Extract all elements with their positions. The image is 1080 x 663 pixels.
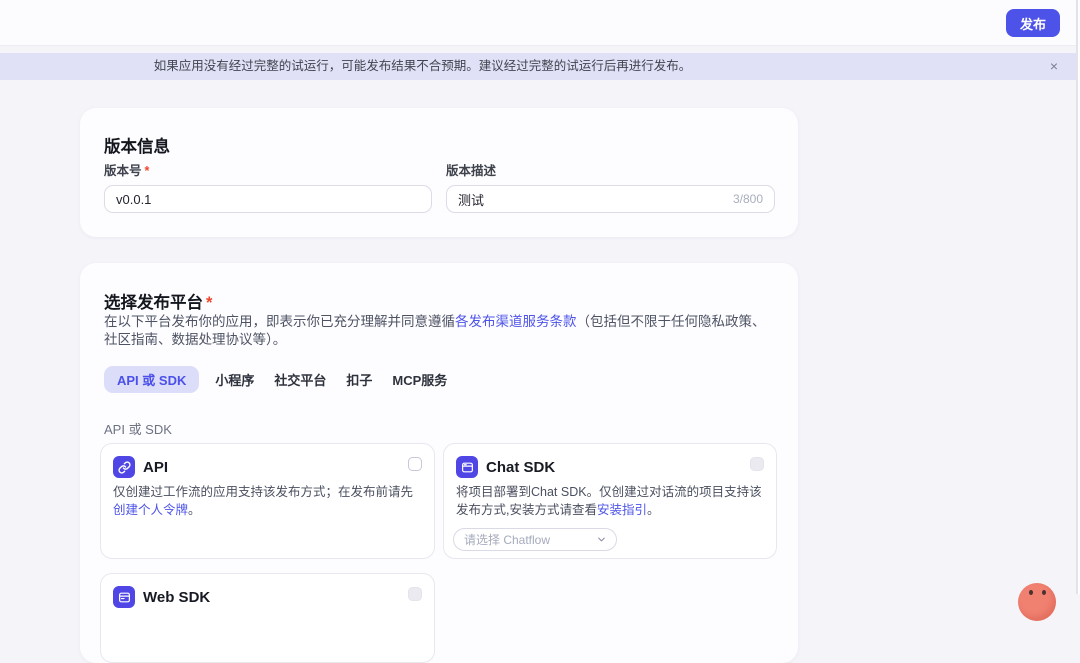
- close-icon[interactable]: ×: [1042, 53, 1066, 80]
- mascot-eye: [1029, 590, 1033, 595]
- agreement-prefix: 在以下平台发布你的应用，即表示你已充分理解并同意遵循: [104, 314, 455, 329]
- version-info-card: 版本信息 版本号* 版本描述 3/800: [80, 108, 798, 237]
- chat-sdk-platform-card[interactable]: Chat SDK 将项目部署到Chat SDK。仅创建过对话流的项目支持该发布方…: [443, 443, 777, 559]
- group-label-api-sdk: API 或 SDK: [104, 422, 172, 437]
- version-desc-input-wrap: 3/800: [446, 185, 775, 213]
- api-card-title: API: [143, 458, 169, 476]
- mascot-eye: [1042, 590, 1046, 595]
- chevron-down-icon: [596, 534, 607, 545]
- platform-tabs: API 或 SDK 小程序 社交平台 扣子 MCP服务: [104, 366, 457, 393]
- link-icon: [113, 456, 135, 478]
- api-desc-prefix: 仅创建过工作流的应用支持该发布方式；在发布前请先: [113, 485, 414, 499]
- web-sdk-checkbox: [408, 587, 422, 601]
- api-card-head: API: [113, 456, 168, 478]
- tab-mini-program[interactable]: 小程序: [205, 366, 264, 393]
- api-platform-card[interactable]: API 仅创建过工作流的应用支持该发布方式；在发布前请先创建个人令牌。: [100, 443, 435, 559]
- top-header: 发布: [0, 0, 1080, 46]
- tab-api-sdk[interactable]: API 或 SDK: [104, 366, 200, 393]
- chat-window-icon: [456, 456, 478, 478]
- web-sdk-card-title: Web SDK: [143, 588, 211, 606]
- version-number-input-wrap: [104, 185, 432, 213]
- version-number-label-text: 版本号: [104, 164, 142, 178]
- api-desc-suffix: 。: [188, 502, 201, 517]
- chat-sdk-checkbox: [750, 457, 764, 471]
- tab-coze[interactable]: 扣子: [336, 366, 382, 393]
- required-asterisk: *: [206, 294, 213, 312]
- chat-sdk-card-desc: 将项目部署到Chat SDK。仅创建过对话流的项目支持该发布方式,安装方式请查看…: [456, 484, 766, 519]
- version-number-label: 版本号 *: [104, 160, 149, 179]
- web-window-icon: [113, 586, 135, 608]
- tab-mcp[interactable]: MCP服务: [382, 366, 457, 393]
- chat-sdk-card-head: Chat SDK: [456, 456, 555, 478]
- agreement-text: 在以下平台发布你的应用，即表示你已充分理解并同意遵循各发布渠道服务条款（包括但不…: [104, 313, 768, 348]
- version-desc-input[interactable]: [458, 191, 725, 207]
- api-card-desc: 仅创建过工作流的应用支持该发布方式；在发布前请先创建个人令牌。: [113, 484, 424, 519]
- char-counter: 3/800: [732, 192, 763, 206]
- chat-desc-suffix: 。: [647, 502, 660, 517]
- required-asterisk: *: [144, 164, 150, 178]
- warning-banner-text: 如果应用没有经过完整的试运行，可能发布结果不合预期。建议经过完整的试运行后再进行…: [153, 59, 692, 73]
- install-guide-link[interactable]: 安装指引: [597, 503, 647, 517]
- publish-button[interactable]: 发布: [1005, 9, 1060, 37]
- chat-sdk-card-title: Chat SDK: [486, 458, 556, 476]
- warning-banner: 如果应用没有经过完整的试运行，可能发布结果不合预期。建议经过完整的试运行后再进行…: [0, 53, 1080, 80]
- platform-title-text: 选择发布平台: [104, 294, 203, 312]
- tab-social[interactable]: 社交平台: [264, 366, 336, 393]
- helper-mascot-button[interactable]: [1018, 583, 1056, 621]
- version-desc-label: 版本描述: [446, 164, 497, 178]
- web-sdk-platform-card[interactable]: Web SDK: [100, 573, 435, 663]
- chatflow-select[interactable]: 请选择 Chatflow: [453, 528, 617, 551]
- version-section-title: 版本信息: [104, 138, 170, 156]
- chatflow-select-placeholder: 请选择 Chatflow: [464, 533, 551, 547]
- platform-section-title: 选择发布平台 *: [104, 289, 212, 313]
- web-sdk-card-head: Web SDK: [113, 586, 210, 608]
- create-token-link[interactable]: 创建个人令牌: [113, 503, 188, 517]
- terms-link[interactable]: 各发布渠道服务条款: [455, 314, 577, 329]
- api-checkbox[interactable]: [408, 457, 422, 471]
- platform-section-card: 选择发布平台 * 在以下平台发布你的应用，即表示你已充分理解并同意遵循各发布渠道服…: [80, 263, 798, 663]
- version-number-input[interactable]: [116, 191, 420, 207]
